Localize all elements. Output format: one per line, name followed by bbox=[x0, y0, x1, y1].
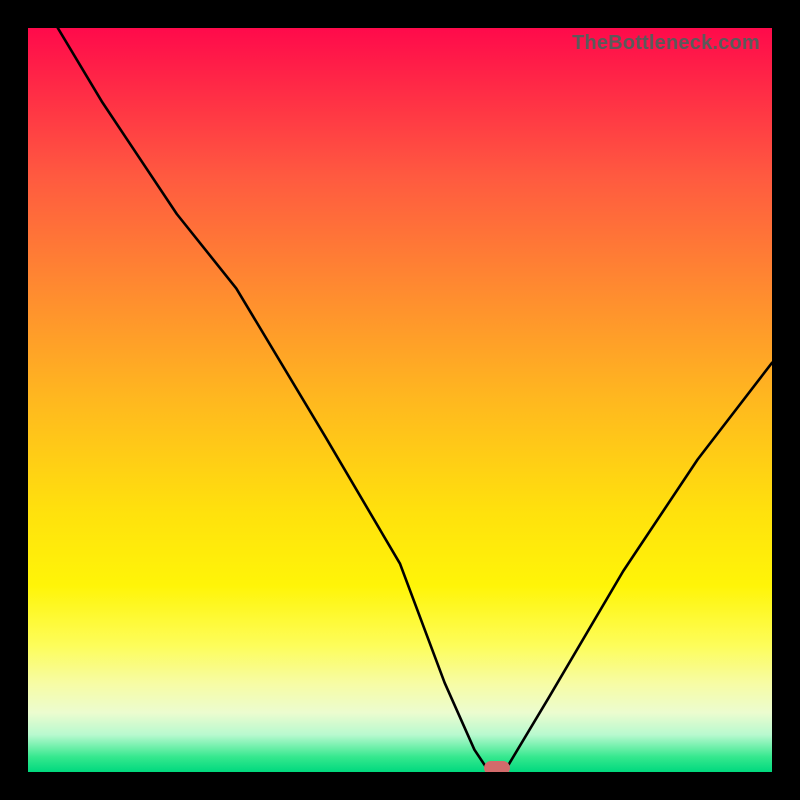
watermark-text: TheBottleneck.com bbox=[572, 32, 760, 55]
bottleneck-curve bbox=[28, 28, 772, 772]
minimum-marker bbox=[484, 761, 510, 772]
chart-frame: TheBottleneck.com bbox=[0, 0, 800, 800]
plot-area: TheBottleneck.com bbox=[28, 28, 772, 772]
